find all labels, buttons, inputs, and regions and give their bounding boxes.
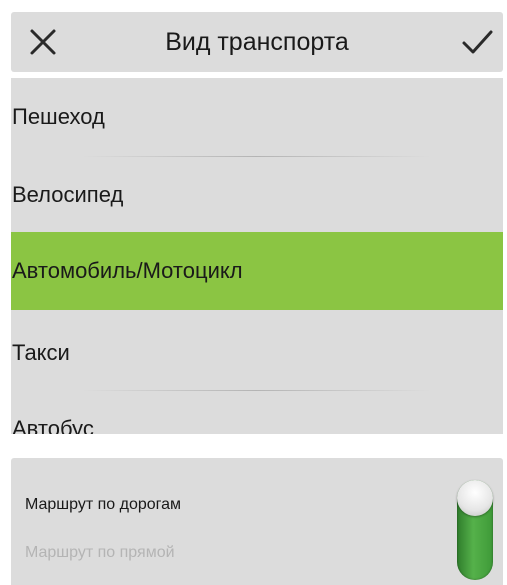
route-straight-option[interactable]: Маршрут по прямой [25,544,175,562]
route-settings-panel: Маршрут по дорогам Маршрут по прямой [11,458,503,585]
page-title: Вид транспорта [165,28,349,56]
list-item-bus[interactable]: Автобус [11,390,503,434]
list-item-taxi[interactable]: Такси [11,314,503,392]
list-item-label: Пешеход [12,104,105,129]
list-item-label: Велосипед [12,182,124,207]
list-item-label: Автобус [12,416,94,434]
close-icon [30,29,56,55]
checkmark-icon [462,30,493,54]
list-item-bicycle[interactable]: Велосипед [11,156,503,234]
list-item-pedestrian[interactable]: Пешеход [11,78,503,156]
route-by-roads-option[interactable]: Маршрут по дорогам [25,496,181,514]
list-item-label: Такси [12,340,70,365]
toggle-knob[interactable] [457,480,493,516]
route-mode-toggle[interactable] [457,480,493,580]
close-button[interactable] [25,24,61,60]
transport-list: Пешеход Велосипед Автомобиль/Мотоцикл Та… [11,78,503,434]
header-bar: Вид транспорта [11,12,503,72]
list-item-car-motorcycle[interactable]: Автомобиль/Мотоцикл [11,232,503,310]
confirm-button[interactable] [459,24,495,60]
list-item-label: Автомобиль/Мотоцикл [12,258,243,283]
